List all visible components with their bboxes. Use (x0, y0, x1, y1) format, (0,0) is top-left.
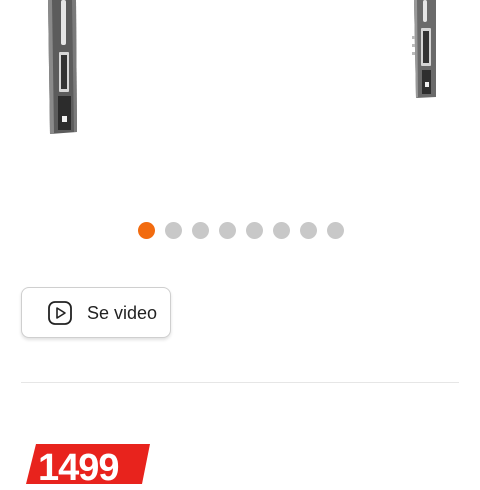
right-bracket-rail-image (412, 0, 436, 98)
carousel-dot-4[interactable] (219, 222, 236, 239)
carousel-dot-3[interactable] (192, 222, 209, 239)
carousel-dot-2[interactable] (165, 222, 182, 239)
carousel-dot-1[interactable] (138, 222, 155, 239)
section-divider (21, 382, 459, 383)
play-icon (48, 301, 72, 325)
carousel-dot-5[interactable] (246, 222, 263, 239)
carousel-dot-7[interactable] (300, 222, 317, 239)
watch-video-button[interactable]: Se video (21, 287, 171, 338)
product-image-gallery[interactable] (0, 0, 480, 205)
carousel-dot-6[interactable] (273, 222, 290, 239)
carousel-dot-8[interactable] (327, 222, 344, 239)
carousel-pagination (138, 222, 344, 239)
watch-video-label: Se video (87, 303, 158, 323)
left-bracket-rail-image (48, 0, 77, 134)
price-value: 1499 (38, 447, 120, 489)
